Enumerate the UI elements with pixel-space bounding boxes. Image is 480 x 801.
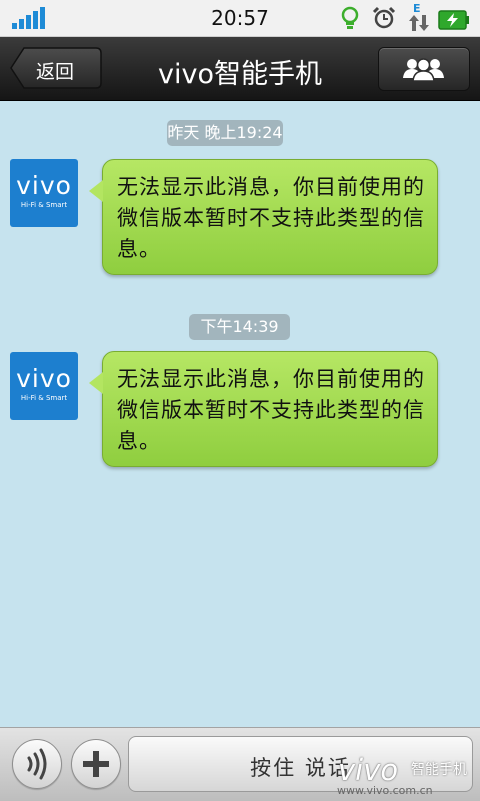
vivo-watermark: vivo 智能手机 www.vivo.com.cn	[335, 753, 480, 800]
sender-avatar[interactable]: vivo Hi-Fi & Smart	[10, 352, 78, 420]
message-timestamp: 下午14:39	[189, 314, 290, 340]
contacts-icon	[403, 58, 444, 82]
avatar-tagline: Hi-Fi & Smart	[20, 394, 68, 402]
watermark-url: www.vivo.com.cn	[337, 784, 433, 797]
title-bar: 返回 vivo智能手机	[0, 37, 480, 101]
status-bar: 20:57 E	[0, 0, 480, 37]
avatar-logo-text: vivo	[16, 171, 72, 200]
contacts-button[interactable]	[378, 47, 470, 91]
add-attachment-button[interactable]	[71, 739, 121, 789]
message-timestamp: 昨天 晚上19:24	[167, 120, 283, 146]
network-type-label: E	[413, 2, 421, 15]
plus-icon	[83, 751, 109, 777]
battery-charging-icon	[438, 10, 469, 30]
data-arrows-icon: E	[408, 2, 430, 32]
voice-icon	[27, 748, 47, 780]
message-text: 无法显示此消息，你目前使用的微信版本暂时不支持此类型的信息。	[117, 367, 425, 453]
message-bubble[interactable]: 无法显示此消息，你目前使用的微信版本暂时不支持此类型的信息。	[89, 351, 438, 467]
watermark-logo: vivo	[338, 753, 399, 787]
avatar-tagline: Hi-Fi & Smart	[20, 201, 68, 209]
chat-area[interactable]: 昨天 晚上19:24 vivo Hi-Fi & Smart 无法显示此消息，你目…	[0, 101, 480, 727]
voice-toggle-button[interactable]	[12, 739, 62, 789]
bulb-icon	[341, 6, 359, 29]
message-bubble[interactable]: 无法显示此消息，你目前使用的微信版本暂时不支持此类型的信息。	[89, 159, 438, 275]
bubble-tail	[89, 372, 103, 394]
sender-avatar[interactable]: vivo Hi-Fi & Smart	[10, 159, 78, 227]
bubble-tail	[89, 180, 103, 202]
alarm-icon	[372, 6, 396, 29]
watermark-brand: 智能手机	[411, 762, 467, 778]
avatar-logo-text: vivo	[16, 364, 72, 393]
message-text: 无法显示此消息，你目前使用的微信版本暂时不支持此类型的信息。	[117, 175, 425, 261]
